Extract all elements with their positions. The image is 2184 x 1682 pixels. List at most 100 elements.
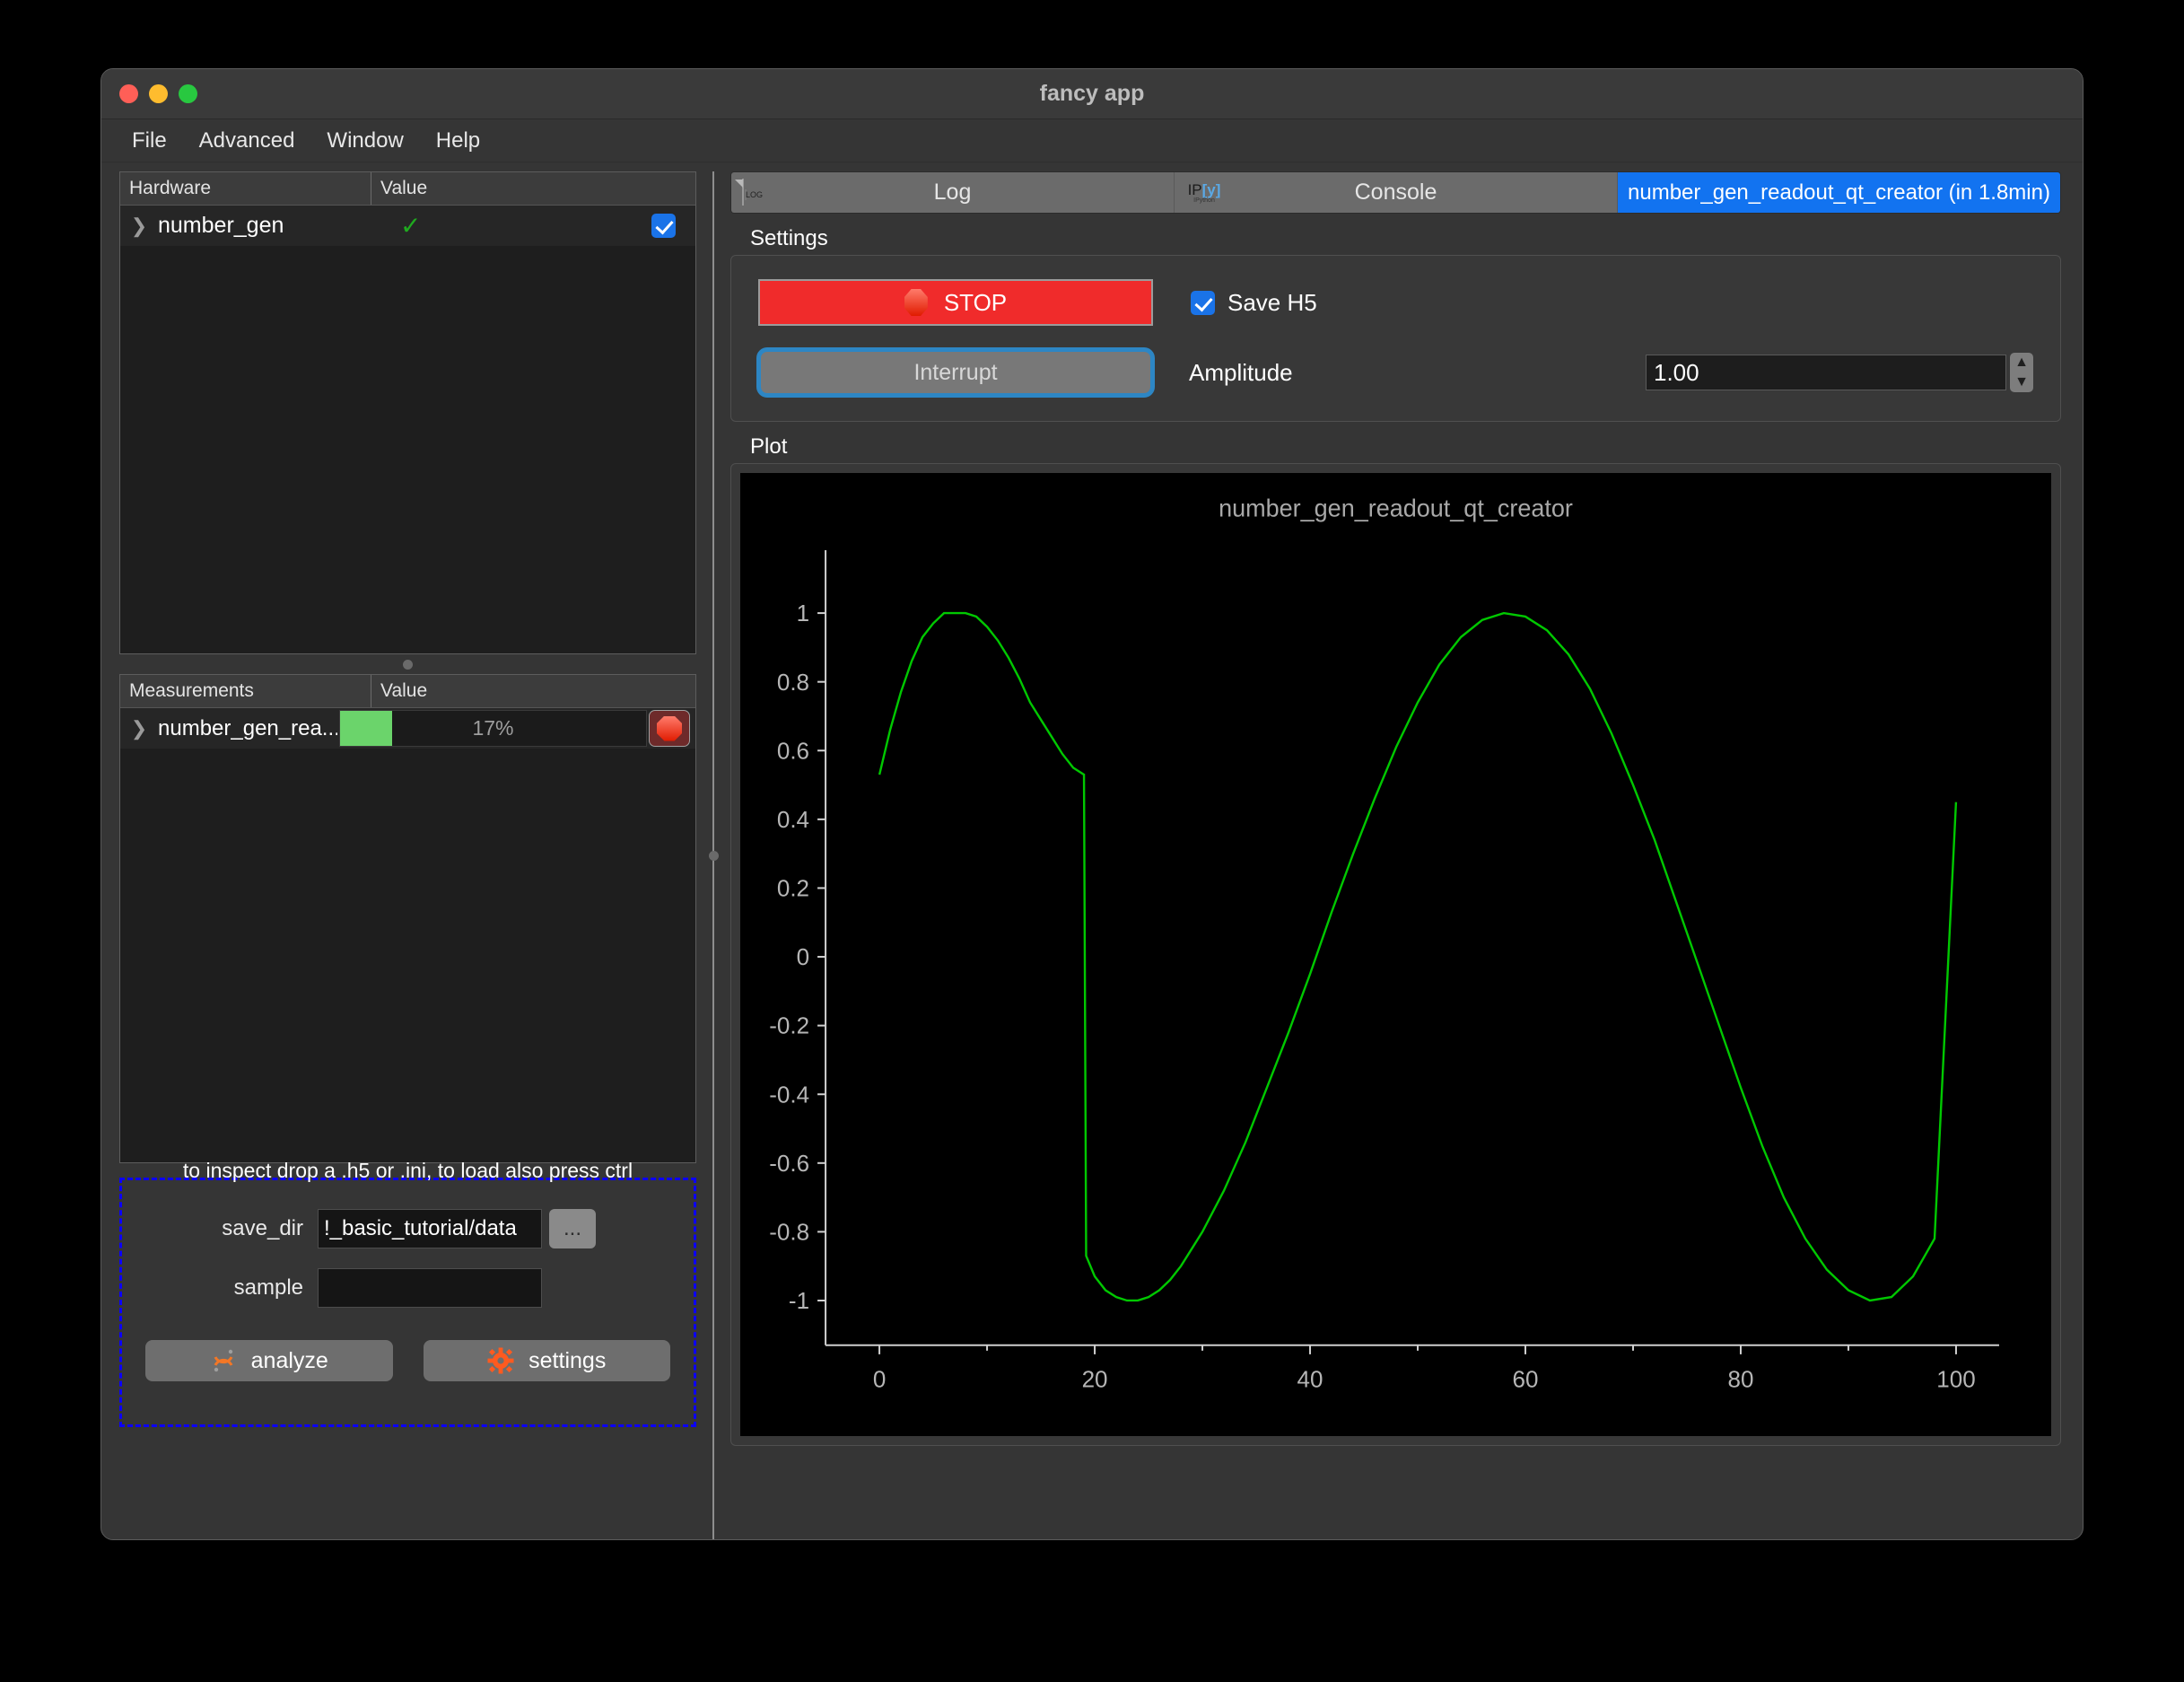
ipython-icon: IP[y] IPython bbox=[1187, 180, 1221, 204]
menu-window[interactable]: Window bbox=[314, 125, 415, 157]
hardware-tree-panel: Hardware Value ❯ number_gen ✓ bbox=[119, 171, 696, 654]
save-dir-label: save_dir bbox=[222, 1216, 303, 1240]
window-title: fancy app bbox=[1039, 81, 1145, 106]
plot-title: number_gen_readout_qt_creator bbox=[1219, 494, 1573, 521]
y-tick-label: -1 bbox=[789, 1287, 809, 1314]
interrupt-button[interactable]: Interrupt bbox=[756, 347, 1155, 398]
left-panel: Hardware Value ❯ number_gen ✓ Measuremen… bbox=[109, 171, 696, 1539]
hardware-column-header[interactable]: Hardware bbox=[120, 172, 371, 205]
stop-octagon-icon bbox=[904, 289, 928, 316]
hardware-value-column-header[interactable]: Value bbox=[371, 172, 695, 205]
x-tick-label: 100 bbox=[1936, 1365, 1975, 1392]
measurement-stop-button[interactable] bbox=[649, 710, 690, 747]
status-bar bbox=[101, 1539, 2083, 1540]
hardware-row-number-gen[interactable]: ❯ number_gen ✓ bbox=[120, 206, 695, 246]
right-panel: LOG Log IP[y] IPython Console number_gen… bbox=[730, 171, 2075, 1539]
splitter-dot-icon bbox=[708, 850, 719, 861]
tab-log-label: Log bbox=[933, 180, 972, 205]
hardware-tree-header: Hardware Value bbox=[120, 172, 695, 206]
measurements-value-column-header[interactable]: Value bbox=[371, 675, 695, 707]
y-tick-label: 0 bbox=[797, 943, 809, 970]
settings-group: Settings STOP Save H5 Interrupt Amplitud… bbox=[730, 226, 2061, 422]
sample-row: sample bbox=[122, 1268, 694, 1308]
traffic-light-group bbox=[119, 84, 197, 103]
menu-file[interactable]: File bbox=[119, 125, 179, 157]
measurement-row[interactable]: ❯ number_gen_rea... 17% bbox=[120, 708, 695, 749]
minimize-window-button[interactable] bbox=[149, 84, 168, 103]
measurements-tree-panel: Measurements Value ❯ number_gen_rea... 1… bbox=[119, 674, 696, 1163]
progress-label: 17% bbox=[472, 716, 514, 740]
drop-zone-hint: to inspect drop a .h5 or .ini, to load a… bbox=[182, 1159, 633, 1182]
tab-console[interactable]: IP[y] IPython Console bbox=[1175, 172, 1618, 213]
menu-bar: File Advanced Window Help bbox=[101, 119, 2083, 162]
hardware-node-label: number_gen bbox=[158, 213, 284, 238]
tab-log[interactable]: LOG Log bbox=[731, 172, 1175, 213]
analyze-button-label: analyze bbox=[250, 1347, 328, 1373]
file-drop-zone[interactable]: to inspect drop a .h5 or .ini, to load a… bbox=[119, 1159, 696, 1427]
stop-octagon-icon bbox=[657, 715, 682, 741]
analyze-button[interactable]: analyze bbox=[145, 1340, 393, 1381]
title-bar: fancy app bbox=[101, 69, 2083, 119]
plot-group: Plot number_gen_readout_qt_creator 1 0.8 0.… bbox=[730, 434, 2061, 1446]
tab-measurement-label: number_gen_readout_qt_creator (in 1.8min… bbox=[1628, 180, 2050, 205]
sample-input[interactable] bbox=[318, 1268, 542, 1308]
y-tick-label: 1 bbox=[797, 600, 809, 626]
splitter-dot-icon bbox=[403, 659, 413, 670]
vertical-splitter-handle[interactable] bbox=[696, 171, 730, 1539]
settings-button-label: settings bbox=[529, 1347, 607, 1373]
jupyter-icon bbox=[214, 1349, 233, 1372]
gear-icon bbox=[487, 1347, 514, 1374]
plot-frame: number_gen_readout_qt_creator 1 0.8 0.6 0.4 0… bbox=[730, 463, 2061, 1446]
sample-label: sample bbox=[233, 1275, 303, 1300]
y-tick-label: -0.6 bbox=[769, 1150, 809, 1177]
measurement-plot[interactable]: number_gen_readout_qt_creator 1 0.8 0.6 0.4 0… bbox=[740, 473, 2051, 1436]
tab-console-label: Console bbox=[1354, 180, 1437, 205]
browse-button[interactable]: ... bbox=[549, 1209, 596, 1248]
measurement-node-label: number_gen_rea... bbox=[158, 715, 337, 740]
chevron-right-icon[interactable]: ❯ bbox=[120, 215, 158, 238]
y-tick-label: -0.4 bbox=[769, 1081, 809, 1108]
settings-button[interactable]: settings bbox=[423, 1340, 670, 1381]
tab-measurement[interactable]: number_gen_readout_qt_creator (in 1.8min… bbox=[1618, 172, 2060, 213]
x-tick-label: 60 bbox=[1513, 1365, 1539, 1392]
x-tick-label: 40 bbox=[1297, 1365, 1324, 1392]
main-body: Hardware Value ❯ number_gen ✓ Measuremen… bbox=[101, 162, 2083, 1539]
save-h5-field: Save H5 bbox=[1191, 289, 1317, 317]
zoom-window-button[interactable] bbox=[179, 84, 197, 103]
chevron-up-icon[interactable]: ▲ bbox=[2014, 355, 2029, 370]
chevron-down-icon[interactable]: ▼ bbox=[2014, 375, 2029, 390]
app-window: fancy app File Advanced Window Help Hard… bbox=[100, 68, 2084, 1540]
amplitude-spinbox: 1.00 ▲ ▼ bbox=[1646, 353, 2033, 392]
menu-advanced[interactable]: Advanced bbox=[187, 125, 308, 157]
save-h5-checkbox[interactable] bbox=[1191, 290, 1215, 315]
x-tick-label: 0 bbox=[873, 1365, 886, 1392]
settings-frame: STOP Save H5 Interrupt Amplitude 1.00 ▲ … bbox=[730, 255, 2061, 422]
close-window-button[interactable] bbox=[119, 84, 138, 103]
save-dir-row: save_dir !_basic_tutorial/data ... bbox=[122, 1209, 694, 1248]
x-tick-label: 20 bbox=[1082, 1365, 1108, 1392]
tab-bar: LOG Log IP[y] IPython Console number_gen… bbox=[730, 171, 2061, 214]
amplitude-input[interactable]: 1.00 bbox=[1646, 355, 2006, 390]
plot-background bbox=[740, 473, 2051, 1436]
y-tick-label: 0.2 bbox=[777, 874, 809, 901]
hardware-enable-checkbox[interactable] bbox=[651, 214, 676, 238]
chevron-right-icon[interactable]: ❯ bbox=[120, 717, 158, 740]
save-h5-label: Save H5 bbox=[1227, 288, 1317, 316]
status-check-icon: ✓ bbox=[400, 212, 422, 240]
stop-button-label: STOP bbox=[943, 288, 1008, 316]
y-tick-label: 0.4 bbox=[777, 806, 809, 833]
amplitude-stepper: ▲ ▼ bbox=[2010, 353, 2033, 392]
measurements-tree-header: Measurements Value bbox=[120, 675, 695, 708]
left-splitter-handle[interactable] bbox=[119, 654, 696, 674]
measurements-column-header[interactable]: Measurements bbox=[120, 675, 371, 707]
measurement-progress-bar: 17% bbox=[339, 710, 647, 747]
menu-help[interactable]: Help bbox=[424, 125, 493, 157]
x-tick-label: 80 bbox=[1728, 1365, 1754, 1392]
stop-button[interactable]: STOP bbox=[758, 279, 1153, 326]
y-tick-label: -0.2 bbox=[769, 1012, 809, 1039]
dropzone-button-row: analyze settings bbox=[122, 1340, 694, 1381]
plot-group-title: Plot bbox=[750, 434, 788, 459]
save-dir-input[interactable]: !_basic_tutorial/data bbox=[318, 1209, 542, 1248]
y-tick-label: 0.6 bbox=[777, 737, 809, 764]
interrupt-button-label: Interrupt bbox=[913, 359, 998, 385]
